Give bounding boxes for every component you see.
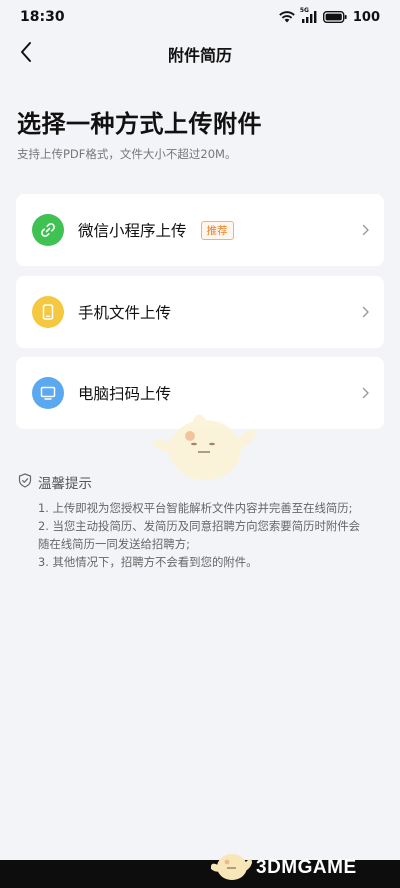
monitor-icon [32, 377, 64, 409]
battery-level: 100 [352, 9, 380, 25]
tips-list: 1. 上传即视为您授权平台智能解析文件内容并完善至在线简历; 2. 当您主动投简… [38, 499, 388, 571]
phone-icon [32, 296, 64, 328]
chevron-right-icon [362, 387, 370, 399]
link-icon [32, 214, 64, 246]
mascot-watermark [150, 400, 260, 494]
status-time: 18:30 [20, 9, 65, 25]
chevron-left-icon [19, 41, 33, 67]
tip-item: 2. 当您主动投简历、发简历及同意招聘方向您索要简历时附件会 [38, 519, 361, 533]
option-label: 微信小程序上传 [78, 222, 187, 240]
nav-bar: 附件简历 [0, 34, 400, 74]
battery-icon [322, 11, 347, 23]
status-bar: 18:30 5G 100 [0, 0, 400, 34]
tip-item: 3. 其他情况下，招聘方不会看到您的附件。 [38, 555, 258, 569]
status-icons: 5G 100 [279, 7, 380, 25]
tip-item: 随在线简历一同发送给招聘方; [38, 537, 190, 551]
back-button[interactable] [12, 40, 40, 68]
network-type-label: 5G [299, 7, 309, 14]
cellular-signal-icon: 5G [300, 7, 317, 23]
recommend-badge: 推荐 [200, 220, 234, 240]
watermark-text: 3DMGAME [256, 857, 357, 878]
chevron-right-icon [362, 224, 370, 236]
mascot-logo-icon [210, 847, 252, 888]
tip-item: 1. 上传即视为您授权平台智能解析文件内容并完善至在线简历; [38, 501, 353, 515]
phone-file-upload-option[interactable]: 手机文件上传 [16, 276, 384, 348]
upload-subtitle: 支持上传PDF格式，文件大小不超过20M。 [17, 147, 237, 161]
option-label: 手机文件上传 [78, 304, 172, 322]
wifi-icon [279, 11, 295, 23]
chevron-right-icon [362, 306, 370, 318]
site-watermark: 3DMGAME [210, 847, 357, 888]
tips-title: 温馨提示 [38, 476, 92, 492]
wechat-miniprogram-upload-option[interactable]: 微信小程序上传 推荐 [16, 194, 384, 266]
shield-icon [18, 472, 32, 492]
page-title: 附件简历 [167, 46, 232, 65]
upload-heading: 选择一种方式上传附件 [17, 110, 262, 138]
tips-header: 温馨提示 [18, 472, 92, 492]
